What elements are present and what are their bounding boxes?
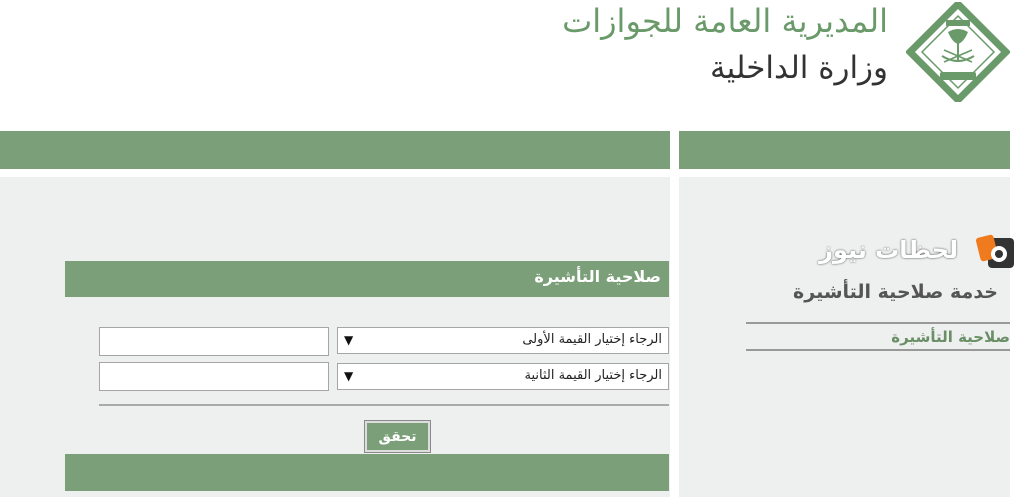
watermark-text: لحظات نيوز <box>819 236 958 264</box>
camera-badge-icon <box>976 234 1014 268</box>
top-bar-main <box>0 131 670 169</box>
page-header: المديرية العامة للجوازات وزارة الداخلية <box>0 0 1024 110</box>
ministry-title: وزارة الداخلية <box>710 50 888 86</box>
second-value-select[interactable]: الرجاء إختيار القيمة الثانية ▼ <box>337 363 669 390</box>
logo-block: المديرية العامة للجوازات وزارة الداخلية <box>548 0 1018 104</box>
sidebar-item-visa-validity[interactable]: صلاحية التأشيرة <box>891 328 1010 346</box>
menu-divider <box>746 322 1010 324</box>
dropdown-arrow-icon: ▼ <box>344 369 354 383</box>
passport-directorate-emblem-icon <box>906 2 1010 102</box>
form-divider <box>99 404 669 406</box>
first-value-select[interactable]: الرجاء إختيار القيمة الأولى ▼ <box>337 327 669 354</box>
menu-divider <box>746 349 1010 351</box>
dropdown-arrow-icon: ▼ <box>344 333 354 347</box>
verify-button[interactable]: تحقق <box>364 420 431 453</box>
watermark: لحظات نيوز <box>819 232 1020 274</box>
top-bar-sidebar <box>679 131 1010 169</box>
service-title: خدمة صلاحية التأشيرة <box>793 281 998 303</box>
second-value-select-text: الرجاء إختيار القيمة الثانية <box>524 368 662 383</box>
section-header: صلاحية التأشيرة <box>65 261 669 297</box>
first-value-select-text: الرجاء إختيار القيمة الأولى <box>522 332 662 347</box>
bottom-bar <box>65 454 669 491</box>
first-value-input[interactable] <box>99 327 329 356</box>
section-title: صلاحية التأشيرة <box>534 267 661 286</box>
second-value-input[interactable] <box>99 362 329 391</box>
org-title: المديرية العامة للجوازات <box>562 2 888 40</box>
